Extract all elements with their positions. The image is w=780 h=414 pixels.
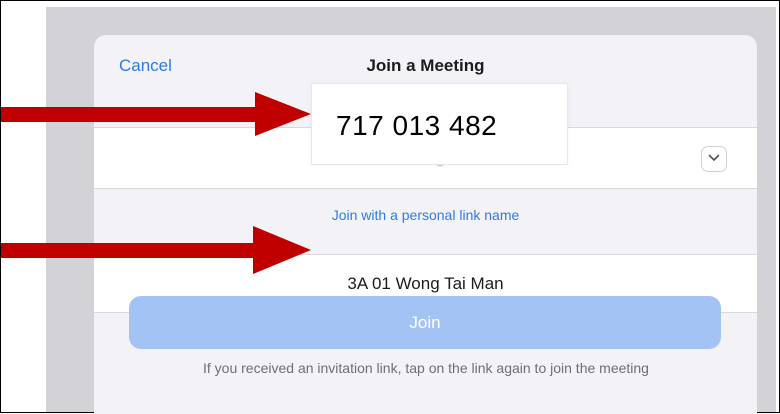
display-name-value: 3A 01 Wong Tai Man [347, 274, 504, 293]
meeting-id-dropdown-button[interactable] [701, 146, 727, 172]
meeting-id-value: 717 013 482 [336, 110, 498, 141]
sheet-title: Join a Meeting [366, 56, 485, 75]
join-button[interactable]: Join [129, 296, 721, 349]
screenshot-frame: Cancel Join a Meeting Meeting ID Join wi… [0, 0, 780, 414]
invitation-hint-text: If you received an invitation link, tap … [203, 360, 649, 376]
arrow-right-icon [1, 92, 311, 136]
chevron-down-icon [708, 154, 720, 161]
meeting-id-callout: 717 013 482 [311, 83, 568, 165]
arrow-right-icon [1, 226, 311, 274]
personal-link-name-link[interactable]: Join with a personal link name [94, 207, 757, 223]
